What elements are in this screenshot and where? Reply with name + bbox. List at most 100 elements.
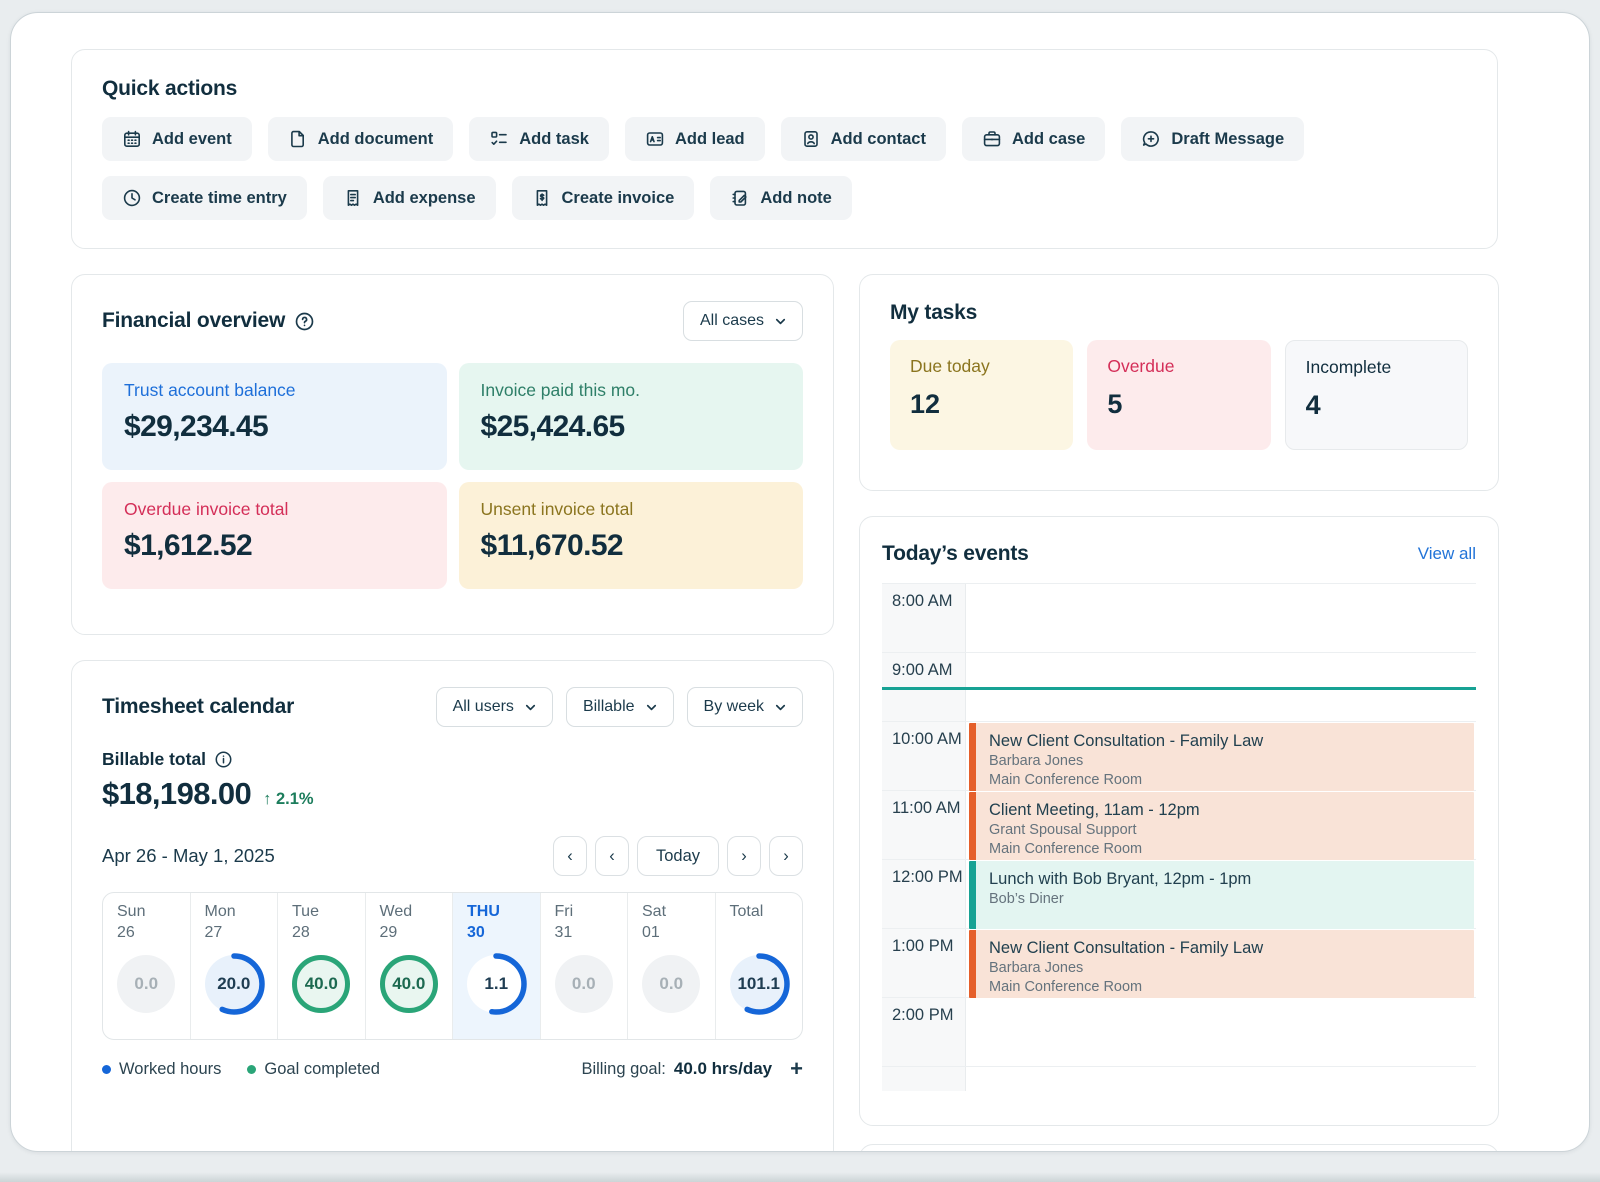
event-11am[interactable]: Client Meeting, 11am - 12pm Grant Spousa… <box>969 792 1474 860</box>
billable-change-value: 2.1% <box>276 790 314 808</box>
create-time-entry-button[interactable]: Create time entry <box>102 176 307 220</box>
billing-goal-value: 40.0 hrs/day <box>674 1059 772 1079</box>
timesheet-calendar-card: Timesheet calendar All users Billable By… <box>71 660 834 1152</box>
event-10am[interactable]: New Client Consultation - Family Law Bar… <box>969 723 1474 791</box>
chevron-left-icon: ‹ <box>567 847 573 866</box>
trust-account-balance-tile: Trust account balance $29,234.45 <box>102 363 447 470</box>
filter-label: All users <box>453 698 514 716</box>
view-all-link[interactable]: View all <box>1418 544 1476 564</box>
incomplete-tasks-tile[interactable]: Incomplete 4 <box>1285 340 1468 450</box>
time-label <box>882 1067 966 1091</box>
cases-filter-dropdown[interactable]: All cases <box>683 301 803 341</box>
up-arrow-icon: ↑ <box>263 790 271 808</box>
progress-arc <box>202 952 266 1016</box>
add-note-button[interactable]: Add note <box>710 176 852 220</box>
help-circle-icon[interactable] <box>294 311 315 332</box>
lead-card-icon <box>645 129 665 149</box>
hours-circle-complete: 40.0 <box>380 955 438 1013</box>
next-week-button[interactable]: › <box>727 836 761 876</box>
jump-back-button[interactable]: ‹ <box>553 836 587 876</box>
time-slot[interactable] <box>966 584 1476 652</box>
filter-label: Billable <box>583 698 635 716</box>
period-filter-dropdown[interactable]: By week <box>687 687 803 727</box>
financial-overview-title: Financial overview <box>102 309 315 333</box>
day-name: Mon <box>191 903 278 921</box>
legend-worked-hours: Worked hours <box>102 1060 221 1079</box>
my-tasks-tiles: Due today 12 Overdue 5 Incomplete 4 <box>890 340 1468 450</box>
create-invoice-button[interactable]: Create invoice <box>512 176 695 220</box>
event-matter: Grant Spousal Support <box>989 821 1464 840</box>
time-slot[interactable] <box>966 1067 1476 1091</box>
users-filter-dropdown[interactable]: All users <box>436 687 553 727</box>
calendar-row: 2:00 PM <box>882 998 1476 1067</box>
day-column-tue[interactable]: Tue 28 40.0 <box>277 893 365 1039</box>
event-title: New Client Consultation - Family Law <box>989 937 1464 959</box>
hours-value: 40.0 <box>392 974 425 994</box>
billable-total-label: Billable total <box>102 749 803 770</box>
hours-circle: 0.0 <box>555 955 613 1013</box>
billing-goal-label: Billing goal: <box>581 1060 665 1079</box>
timesheet-title: Timesheet calendar <box>102 695 294 719</box>
event-1pm[interactable]: New Client Consultation - Family Law Bar… <box>969 930 1474 998</box>
day-column-mon[interactable]: Mon 27 20.0 <box>190 893 278 1039</box>
event-attendee: Barbara Jones <box>989 752 1464 771</box>
add-task-button[interactable]: Add task <box>469 117 609 161</box>
day-date: 28 <box>278 924 365 944</box>
unsent-invoice-tile: Unsent invoice total $11,670.52 <box>459 482 804 589</box>
hours-value: 0.0 <box>572 974 596 994</box>
main-panel: Quick actions Add event Add document Add… <box>10 12 1590 1152</box>
day-column-sun[interactable]: Sun 26 0.0 <box>103 893 190 1039</box>
invoice-paid-tile: Invoice paid this mo. $25,424.65 <box>459 363 804 470</box>
progress-arc <box>464 952 528 1016</box>
cases-filter-label: All cases <box>700 312 764 330</box>
chevron-down-icon <box>773 700 788 715</box>
legend-label: Worked hours <box>119 1060 221 1079</box>
time-slot[interactable] <box>966 998 1476 1066</box>
chevron-right-icon: › <box>783 847 789 866</box>
day-column-fri[interactable]: Fri 31 0.0 <box>540 893 628 1039</box>
day-date <box>716 924 803 944</box>
add-lead-button[interactable]: Add lead <box>625 117 765 161</box>
hours-circle-complete: 40.0 <box>292 955 350 1013</box>
button-label: Draft Message <box>1171 130 1284 149</box>
event-12pm[interactable]: Lunch with Bob Bryant, 12pm - 1pm Bob’s … <box>969 861 1474 929</box>
legend-label: Goal completed <box>264 1060 380 1079</box>
day-date: 31 <box>541 924 628 944</box>
today-button[interactable]: Today <box>637 836 719 876</box>
week-grid: Sun 26 0.0 Mon 27 20.0 Tue 28 40.0 Wed 2… <box>102 892 803 1040</box>
add-event-button[interactable]: Add event <box>102 117 252 161</box>
day-name: Tue <box>278 903 365 921</box>
chevron-right-icon: › <box>741 847 747 866</box>
current-time-line <box>882 687 1476 690</box>
button-label: Add event <box>152 130 232 149</box>
todays-events-card: Today’s events View all 8:00 AM 9:00 AM … <box>859 516 1499 1126</box>
overdue-tasks-tile[interactable]: Overdue 5 <box>1087 340 1270 450</box>
contact-card-icon <box>801 129 821 149</box>
note-pen-icon <box>730 188 750 208</box>
button-label: Create invoice <box>562 189 675 208</box>
day-column-sat[interactable]: Sat 01 0.0 <box>627 893 715 1039</box>
event-attendee: Barbara Jones <box>989 959 1464 978</box>
add-case-button[interactable]: Add case <box>962 117 1105 161</box>
button-label: Create time entry <box>152 189 287 208</box>
tile-value: 12 <box>910 389 1053 420</box>
date-range: Apr 26 - May 1, 2025 <box>102 845 275 867</box>
due-today-tile[interactable]: Due today 12 <box>890 340 1073 450</box>
quick-actions-title: Quick actions <box>102 77 1467 101</box>
billable-filter-dropdown[interactable]: Billable <box>566 687 674 727</box>
my-tasks-title: My tasks <box>890 301 1468 325</box>
jump-forward-button[interactable]: › <box>769 836 803 876</box>
add-billing-goal-icon[interactable]: + <box>790 1058 803 1080</box>
draft-message-button[interactable]: Draft Message <box>1121 117 1304 161</box>
day-column-thu-today[interactable]: THU 30 1.1 <box>452 893 540 1039</box>
add-document-button[interactable]: Add document <box>268 117 454 161</box>
add-contact-button[interactable]: Add contact <box>781 117 946 161</box>
billing-goal: Billing goal: 40.0 hrs/day + <box>581 1058 803 1080</box>
event-title: Lunch with Bob Bryant, 12pm - 1pm <box>989 868 1464 890</box>
quick-actions-buttons: Add event Add document Add task Add lead… <box>102 117 1422 220</box>
financial-tiles: Trust account balance $29,234.45 Invoice… <box>102 363 803 589</box>
add-expense-button[interactable]: Add expense <box>323 176 496 220</box>
info-circle-icon[interactable] <box>214 750 233 769</box>
previous-week-button[interactable]: ‹ <box>595 836 629 876</box>
day-column-wed[interactable]: Wed 29 40.0 <box>365 893 453 1039</box>
